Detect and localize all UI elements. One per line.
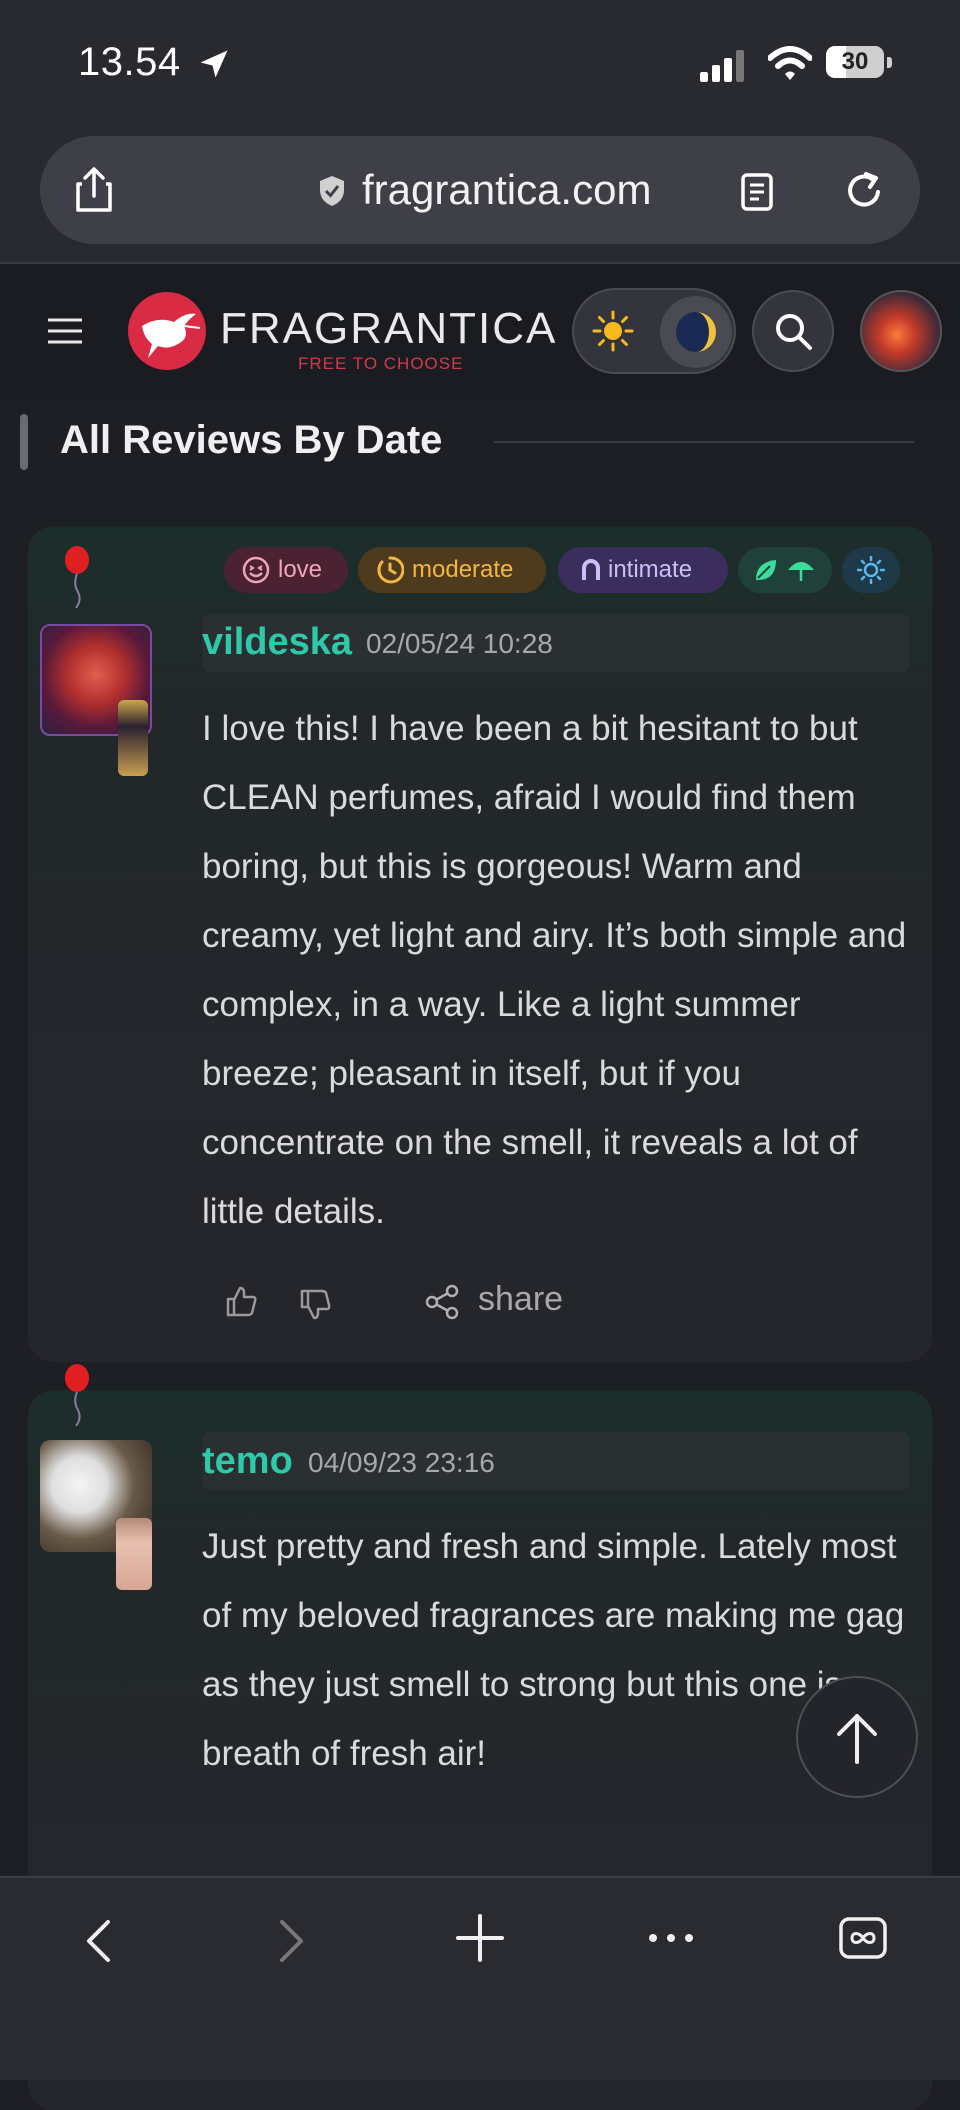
signal-icon	[700, 50, 744, 82]
chip-moderate: moderate	[358, 547, 546, 593]
moon-icon	[676, 312, 716, 352]
thumbs-up-icon[interactable]	[224, 1284, 258, 1318]
brand-tagline: FREE TO CHOOSE	[298, 354, 464, 373]
location-arrow-icon	[200, 50, 228, 78]
reader-icon[interactable]	[740, 172, 774, 212]
review-date: 02/05/24 10:28	[366, 628, 553, 659]
brand-name[interactable]: FRAGRANTICA	[220, 304, 557, 354]
thumbs-down-icon[interactable]	[298, 1288, 332, 1322]
user-avatar[interactable]	[860, 290, 942, 372]
fragrantica-logo[interactable]	[128, 292, 206, 370]
review-text: I love this! I have been a bit hesitant …	[202, 709, 907, 1231]
chip-love: love	[224, 547, 348, 593]
reload-icon[interactable]	[844, 170, 886, 212]
umbrella-icon	[788, 562, 814, 581]
browser-toolbar	[0, 1876, 960, 2080]
plus-icon[interactable]	[456, 1914, 504, 1962]
chip-intimate-label: intimate	[608, 556, 693, 583]
search-icon	[776, 314, 812, 350]
leaf-icon	[756, 560, 776, 580]
perfume-bottle-image	[118, 700, 148, 776]
battery-level: 30	[841, 48, 869, 75]
balloon-icon	[65, 546, 89, 608]
chip-day	[842, 547, 900, 593]
chip-intimate: intimate	[558, 547, 728, 593]
back-icon[interactable]	[84, 1918, 112, 1964]
url-text[interactable]: fragrantica.com	[362, 166, 651, 214]
battery-indicator: 30	[826, 46, 894, 80]
chip-season	[738, 547, 832, 593]
section-divider	[494, 441, 914, 443]
day-sun-icon	[857, 556, 885, 584]
share-nodes-icon[interactable]	[424, 1284, 460, 1320]
review-date: 04/09/23 23:16	[308, 1447, 495, 1478]
hamburger-icon[interactable]	[46, 316, 84, 346]
love-face-icon	[242, 556, 270, 584]
review-username[interactable]: temo	[202, 1440, 293, 1483]
longevity-icon	[377, 556, 404, 584]
balloon-icon	[65, 1364, 89, 1426]
hummingbird-icon	[142, 313, 201, 358]
share-icon[interactable]	[74, 166, 114, 212]
wifi-icon	[768, 46, 812, 80]
more-icon[interactable]	[646, 1928, 696, 1948]
sillage-icon	[582, 559, 600, 580]
tabs-icon[interactable]	[838, 1916, 888, 1960]
status-time: 13.54	[78, 40, 181, 84]
arrow-up-icon	[837, 1714, 877, 1764]
forward-icon[interactable]	[278, 1918, 306, 1964]
section-title-marker	[20, 414, 28, 470]
chip-love-label: love	[278, 556, 323, 583]
section-title: All Reviews By Date	[60, 418, 443, 462]
share-button[interactable]: share	[478, 1280, 563, 1319]
sun-icon[interactable]	[592, 310, 634, 352]
review-username[interactable]: vildeska	[202, 621, 352, 664]
perfume-bottle-image	[116, 1518, 152, 1590]
chip-moderate-label: moderate	[412, 556, 514, 583]
shield-icon	[320, 176, 344, 206]
